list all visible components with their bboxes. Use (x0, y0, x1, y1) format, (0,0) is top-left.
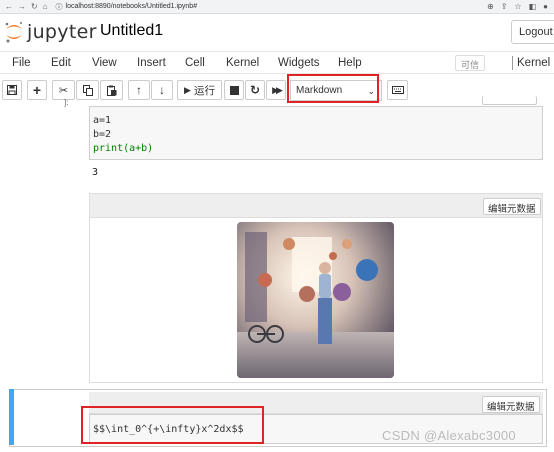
back-icon[interactable]: ← (5, 2, 13, 11)
forward-icon[interactable]: → (18, 2, 26, 11)
notebook-title[interactable]: Untitled1 (100, 22, 163, 40)
address-bar[interactable]: ⓘ localhost:8890/notebooks/Untitled1.ipy… (56, 2, 198, 12)
notebook-image (237, 222, 394, 378)
restart-run-all-button[interactable]: ▶▶ (266, 80, 286, 100)
bookmark-star-icon[interactable]: ☆ (514, 2, 521, 11)
menu-bar: File Edit View Insert Cell Kernel Widget… (0, 51, 554, 74)
menu-help[interactable]: Help (338, 57, 362, 69)
profile-icon[interactable]: ● (543, 2, 548, 11)
paste-icon (106, 85, 116, 96)
run-button[interactable]: ▶ 运行 (177, 80, 222, 100)
cell-toolbar (90, 194, 542, 218)
browser-actions: ⊕ ⇪ ☆ ◧ ● (487, 2, 554, 11)
trusted-indicator[interactable]: 可信 (455, 55, 485, 71)
share-icon[interactable]: ⇪ (501, 2, 508, 11)
notebook-area: ]: a=1 b=2 print(a+b) 3 编辑元数据 编辑元数据 $$\i… (0, 96, 554, 452)
address-text: localhost:8890/notebooks/Untitled1.ipynb… (65, 3, 198, 10)
fast-forward-icon: ▶▶ (272, 84, 283, 95)
menu-widgets[interactable]: Widgets (278, 57, 320, 69)
stop-icon (229, 85, 239, 95)
code-line-1: a=1 (93, 115, 112, 126)
kernel-divider (512, 56, 513, 70)
notebook-header: jupyter Untitled1 Logout (0, 14, 554, 50)
move-up-button[interactable]: ↑ (128, 80, 150, 100)
notebook-toolbar: + ✂ ↑ ↓ ▶ 运行 ↻ ▶▶ Markdown ⌄ (0, 75, 554, 105)
code-cell-input[interactable]: a=1 b=2 print(a+b) (89, 106, 543, 160)
menu-insert[interactable]: Insert (137, 57, 166, 69)
command-palette-button[interactable] (387, 80, 408, 100)
menu-view[interactable]: View (92, 57, 117, 69)
menu-kernel[interactable]: Kernel (226, 57, 259, 69)
jupyter-logo-icon[interactable] (4, 20, 24, 44)
move-down-button[interactable]: ↓ (151, 80, 173, 100)
browser-nav: ← → ↻ ⌂ (0, 2, 48, 11)
code-line-2: b=2 (93, 129, 112, 140)
edit-metadata-button[interactable]: 编辑元数据 (483, 198, 541, 215)
jupyter-logo-text[interactable]: jupyter (27, 21, 97, 43)
copy-button[interactable] (76, 80, 99, 100)
cell-output: 3 (92, 167, 99, 178)
arrow-down-icon: ↓ (159, 83, 165, 97)
menu-edit[interactable]: Edit (51, 57, 71, 69)
interrupt-button[interactable] (224, 80, 244, 100)
run-label: 运行 (193, 84, 215, 97)
scissors-icon: ✂ (58, 84, 69, 97)
code-line-3: print(a+b) (93, 143, 154, 154)
restart-button[interactable]: ↻ (245, 80, 265, 100)
prompt-fragment: ]: (64, 98, 69, 107)
cell-type-highlight (287, 74, 379, 103)
room-planets-illustration (237, 222, 394, 378)
paste-button[interactable] (100, 80, 123, 100)
kernel-name[interactable]: Kernel (517, 57, 550, 69)
reload-icon[interactable]: ↻ (31, 2, 38, 11)
play-icon: ▶ (184, 84, 191, 95)
arrow-up-icon: ↑ (136, 83, 142, 97)
menu-cell[interactable]: Cell (185, 57, 205, 69)
save-button[interactable] (2, 80, 22, 100)
selected-cell-indicator (9, 389, 14, 445)
logout-button[interactable]: Logout (511, 20, 554, 44)
save-icon (7, 85, 17, 95)
cut-button[interactable]: ✂ (52, 80, 75, 100)
restart-icon: ↻ (249, 83, 261, 97)
zoom-icon[interactable]: ⊕ (487, 2, 494, 11)
copy-icon (82, 84, 93, 96)
info-icon: ⓘ (55, 3, 63, 11)
csdn-watermark: CSDN @Alexabc3000 (382, 428, 516, 443)
sidebar-icon[interactable]: ◧ (529, 2, 537, 11)
insert-cell-button[interactable]: + (27, 80, 47, 100)
browser-toolbar: ← → ↻ ⌂ ⓘ localhost:8890/notebooks/Untit… (0, 0, 554, 14)
keyboard-icon (391, 86, 404, 94)
metadata-button-partial[interactable] (482, 96, 537, 105)
edit-metadata-button-md[interactable]: 编辑元数据 (482, 396, 540, 413)
plus-icon: + (32, 82, 42, 98)
markdown-highlight (81, 406, 264, 444)
menu-file[interactable]: File (12, 57, 31, 69)
home-icon[interactable]: ⌂ (43, 2, 48, 11)
